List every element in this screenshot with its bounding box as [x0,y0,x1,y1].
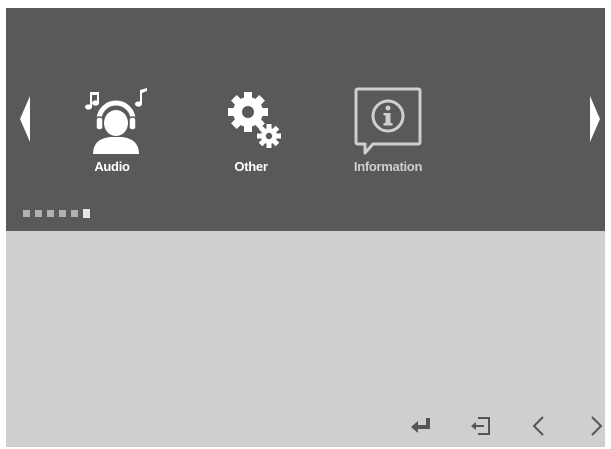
info-icon [338,86,438,158]
menu-item-audio[interactable]: Audio [62,86,162,178]
enter-icon [411,418,430,433]
menu-item-information[interactable]: Information [338,86,438,178]
page-dot [71,210,78,217]
scroll-right-arrow[interactable] [586,94,602,144]
page-dot-active [83,209,90,218]
page-dot [23,210,30,217]
page-dot [59,210,66,217]
chevron-right-icon [591,416,603,436]
menu-item-label: Information [353,159,423,174]
exit-icon [471,417,490,435]
headphones-user-icon [62,86,162,158]
enter-button[interactable] [408,413,434,439]
menu-item-label: Other [234,159,268,174]
page-indicator [23,209,90,218]
chevron-left-icon [532,416,544,436]
osd-screen: Audio Other Information [6,8,605,447]
menu-item-label: Audio [94,159,130,174]
triangle-right-icon [590,96,600,142]
gears-icon [201,86,301,158]
triangle-left-icon [20,96,30,142]
scroll-left-arrow[interactable] [18,94,34,144]
control-hint-bar [6,413,605,439]
page-dot [35,210,42,217]
page-dot [47,210,54,217]
menu-panel: Audio Other Information [6,8,605,231]
next-button[interactable] [583,413,605,439]
exit-button[interactable] [468,413,494,439]
menu-item-other[interactable]: Other [201,86,301,178]
previous-button[interactable] [526,413,552,439]
